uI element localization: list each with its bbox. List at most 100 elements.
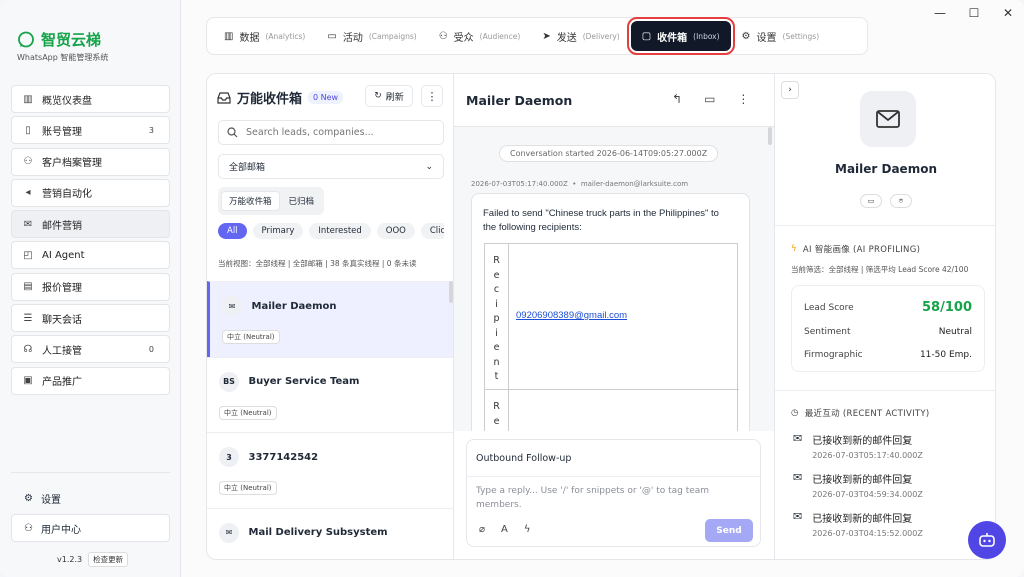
mailbox-select-value: 全部邮箱	[229, 163, 266, 173]
lightning-icon: ϟ	[791, 244, 797, 254]
activity-text: 已接收到新的邮件回复	[812, 475, 913, 486]
ai-profiling-header: ϟ AI 智能画像 (AI PROFILING)	[791, 243, 920, 255]
tab-sublabel: (Analytics)	[265, 31, 306, 41]
tab-label: 发送	[556, 32, 577, 44]
thread-list-item[interactable]: ✉ Mail Delivery Subsystem	[207, 507, 453, 560]
thread-list-scrollbar[interactable]	[449, 281, 453, 303]
lightning-icon[interactable]: ϟ	[524, 524, 531, 535]
inbox-icon: ✉	[793, 510, 803, 523]
tab-sublabel: (Inbox)	[693, 31, 720, 41]
compose-subject[interactable]: Outbound Follow-up	[467, 440, 760, 477]
user-icon: ⚇	[24, 522, 33, 534]
user-center-button[interactable]: ⚇ 用户中心	[11, 514, 170, 542]
recipients-table: R e c i p i e n t 09206908389@gmail.com	[484, 243, 739, 431]
sidebar-item-email-marketing[interactable]: ✉ 邮件营销	[11, 210, 170, 239]
thread-sender: Mail Delivery Subsystem	[248, 527, 388, 538]
location-pin-icon[interactable]: ⌾	[890, 194, 912, 208]
brand-name: 智贸云梯	[41, 31, 102, 49]
recipient-header-letter: R	[493, 255, 500, 266]
text-format-icon[interactable]: A	[501, 524, 508, 535]
campaign-icon: ▭	[327, 30, 337, 42]
minimize-icon[interactable]: —	[934, 6, 946, 20]
tab-settings[interactable]: ⚙ 设置 (Settings)	[731, 21, 831, 51]
chip-clicked[interactable]: Clicke	[420, 223, 444, 239]
thread-sender: Mailer Daemon	[251, 300, 337, 312]
thread-list-item[interactable]: ✉ Mailer Daemon 中立 (Neutral)	[207, 281, 453, 357]
conversation-panel: Mailer Daemon ↰ ▭ ⋮ Conversation started…	[454, 73, 774, 560]
activity-item: ✉ 已接收到新的邮件回复 2026-07-03T05:17:40.000Z	[793, 432, 923, 460]
chip-ooo[interactable]: OOO	[376, 223, 415, 239]
recipient-header-letter: p	[493, 313, 500, 324]
sidebar-settings-link[interactable]: ⚙ 设置	[24, 491, 61, 506]
thread-list-item[interactable]: BS Buyer Service Team 中立 (Neutral)	[207, 356, 453, 433]
chip-all[interactable]: All	[218, 223, 247, 239]
mailbox-select[interactable]: 全部邮箱 ⌄	[218, 154, 444, 179]
chevron-down-icon: ⌄	[425, 161, 433, 172]
sidebar-item-handoff[interactable]: ☊ 人工接管 0	[11, 335, 170, 364]
sidebar-item-ai-agent[interactable]: ◰ AI Agent	[11, 241, 170, 270]
avatar: BS	[219, 371, 239, 392]
ai-profiling-filter: 当前筛选：全部线程 | 筛选平均 Lead Score 42/100	[791, 265, 969, 274]
search-input[interactable]	[246, 127, 426, 138]
tab-inbox[interactable]: ▢ 收件箱 (Inbox)	[626, 17, 735, 55]
avatar: 3	[219, 447, 239, 467]
tab-delivery[interactable]: ➤ 发送 (Delivery)	[531, 21, 630, 51]
close-icon[interactable]: ✕	[1002, 6, 1014, 20]
archive-icon[interactable]: ▭	[704, 92, 715, 106]
refresh-button[interactable]: ↻ 刷新	[365, 85, 413, 107]
sidebar-item-automation[interactable]: ◂ 营销自动化	[11, 178, 170, 207]
sidebar-item-customers[interactable]: ⚇ 客户档案管理	[11, 147, 170, 176]
inbox-icon: ✉	[793, 432, 803, 445]
inbox-icon: ▢	[641, 30, 652, 42]
attachment-icon[interactable]: ⌀	[479, 524, 485, 535]
app-window: 智贸云梯 WhatsApp 智能管理系统 ▥ 概览仪表盘 ▯ 账号管理 3 ⚇ …	[0, 0, 1024, 577]
divider	[11, 472, 170, 473]
sidebar-item-chats[interactable]: ☰ 聊天会话	[11, 304, 170, 333]
firmographic-value: 11-50 Emp.	[919, 350, 972, 360]
recipient-header-cell: R e	[485, 390, 509, 431]
chip-interested[interactable]: Interested	[309, 223, 371, 239]
recipient-header-letter: e	[493, 415, 500, 427]
ai-assistant-button[interactable]	[968, 521, 1006, 559]
company-icon[interactable]: ▭	[860, 194, 882, 208]
check-update-button[interactable]: 检查更新	[88, 552, 129, 567]
sidebar-item-label: 报价管理	[42, 283, 82, 295]
chip-primary[interactable]: Primary	[252, 223, 304, 239]
more-options-button[interactable]: ⋮	[421, 85, 443, 107]
activity-time: 2026-07-03T04:59:34.000Z	[812, 490, 923, 499]
users-icon: ⚇	[23, 156, 33, 168]
sidebar-item-dashboard[interactable]: ▥ 概览仪表盘	[11, 85, 170, 113]
thread-scrollbar[interactable]	[768, 127, 772, 145]
inbox-tray-icon	[217, 91, 231, 104]
collapse-panel-button[interactable]: ›	[781, 81, 799, 99]
recipient-email-link[interactable]: 09206908389@gmail.com	[516, 310, 627, 321]
sidebar-item-label: 客户档案管理	[42, 158, 102, 170]
message-thread: Conversation started 2026-06-14T09:05:27…	[454, 126, 774, 431]
tab-label: 数据	[239, 32, 260, 44]
maximize-icon[interactable]: ☐	[968, 6, 980, 20]
tab-sublabel: (Delivery)	[582, 31, 620, 41]
sidebar-item-quotes[interactable]: ▤ 报价管理	[11, 272, 170, 301]
thread-list-item[interactable]: 3 3377142542 中立 (Neutral)	[207, 432, 453, 508]
mail-avatar-icon: ✉	[219, 522, 239, 543]
version-row: v1.2.3 检查更新	[57, 552, 129, 567]
composer-toolbar: ⌀ A ϟ	[479, 524, 530, 535]
contact-profile-panel: › Mailer Daemon ▭ ⌾ ϟ AI 智能画像 (AI PROFIL…	[774, 73, 996, 560]
lead-score-value: 58/100	[922, 300, 972, 315]
segment-archived[interactable]: 已归档	[282, 192, 322, 210]
sidebar-item-accounts[interactable]: ▯ 账号管理 3	[11, 116, 170, 145]
sidebar-item-promotion[interactable]: ▣ 产品推广	[11, 366, 170, 395]
segment-universal-inbox[interactable]: 万能收件箱	[221, 191, 280, 211]
reply-icon[interactable]: ↰	[672, 92, 682, 106]
book-icon: ▣	[23, 375, 33, 387]
inbox-list-panel: 万能收件箱 0 New ↻ 刷新 ⋮ 全部邮箱 ⌄ 万能收件箱 已归档 All …	[206, 73, 454, 560]
tab-analytics[interactable]: ▥ 数据 (Analytics)	[213, 21, 316, 51]
send-button[interactable]: Send	[705, 519, 753, 542]
conversation-title: Mailer Daemon	[466, 93, 573, 108]
reply-input[interactable]: Type a reply... Use '/' for snippets or …	[476, 484, 746, 512]
kebab-menu-icon[interactable]: ⋮	[737, 92, 749, 106]
activity-time: 2026-07-03T04:15:52.000Z	[812, 529, 923, 538]
brand: 智贸云梯	[17, 29, 101, 50]
tab-audience[interactable]: ⚇ 受众 (Audience)	[428, 21, 532, 51]
tab-campaigns[interactable]: ▭ 活动 (Campaigns)	[316, 21, 427, 51]
